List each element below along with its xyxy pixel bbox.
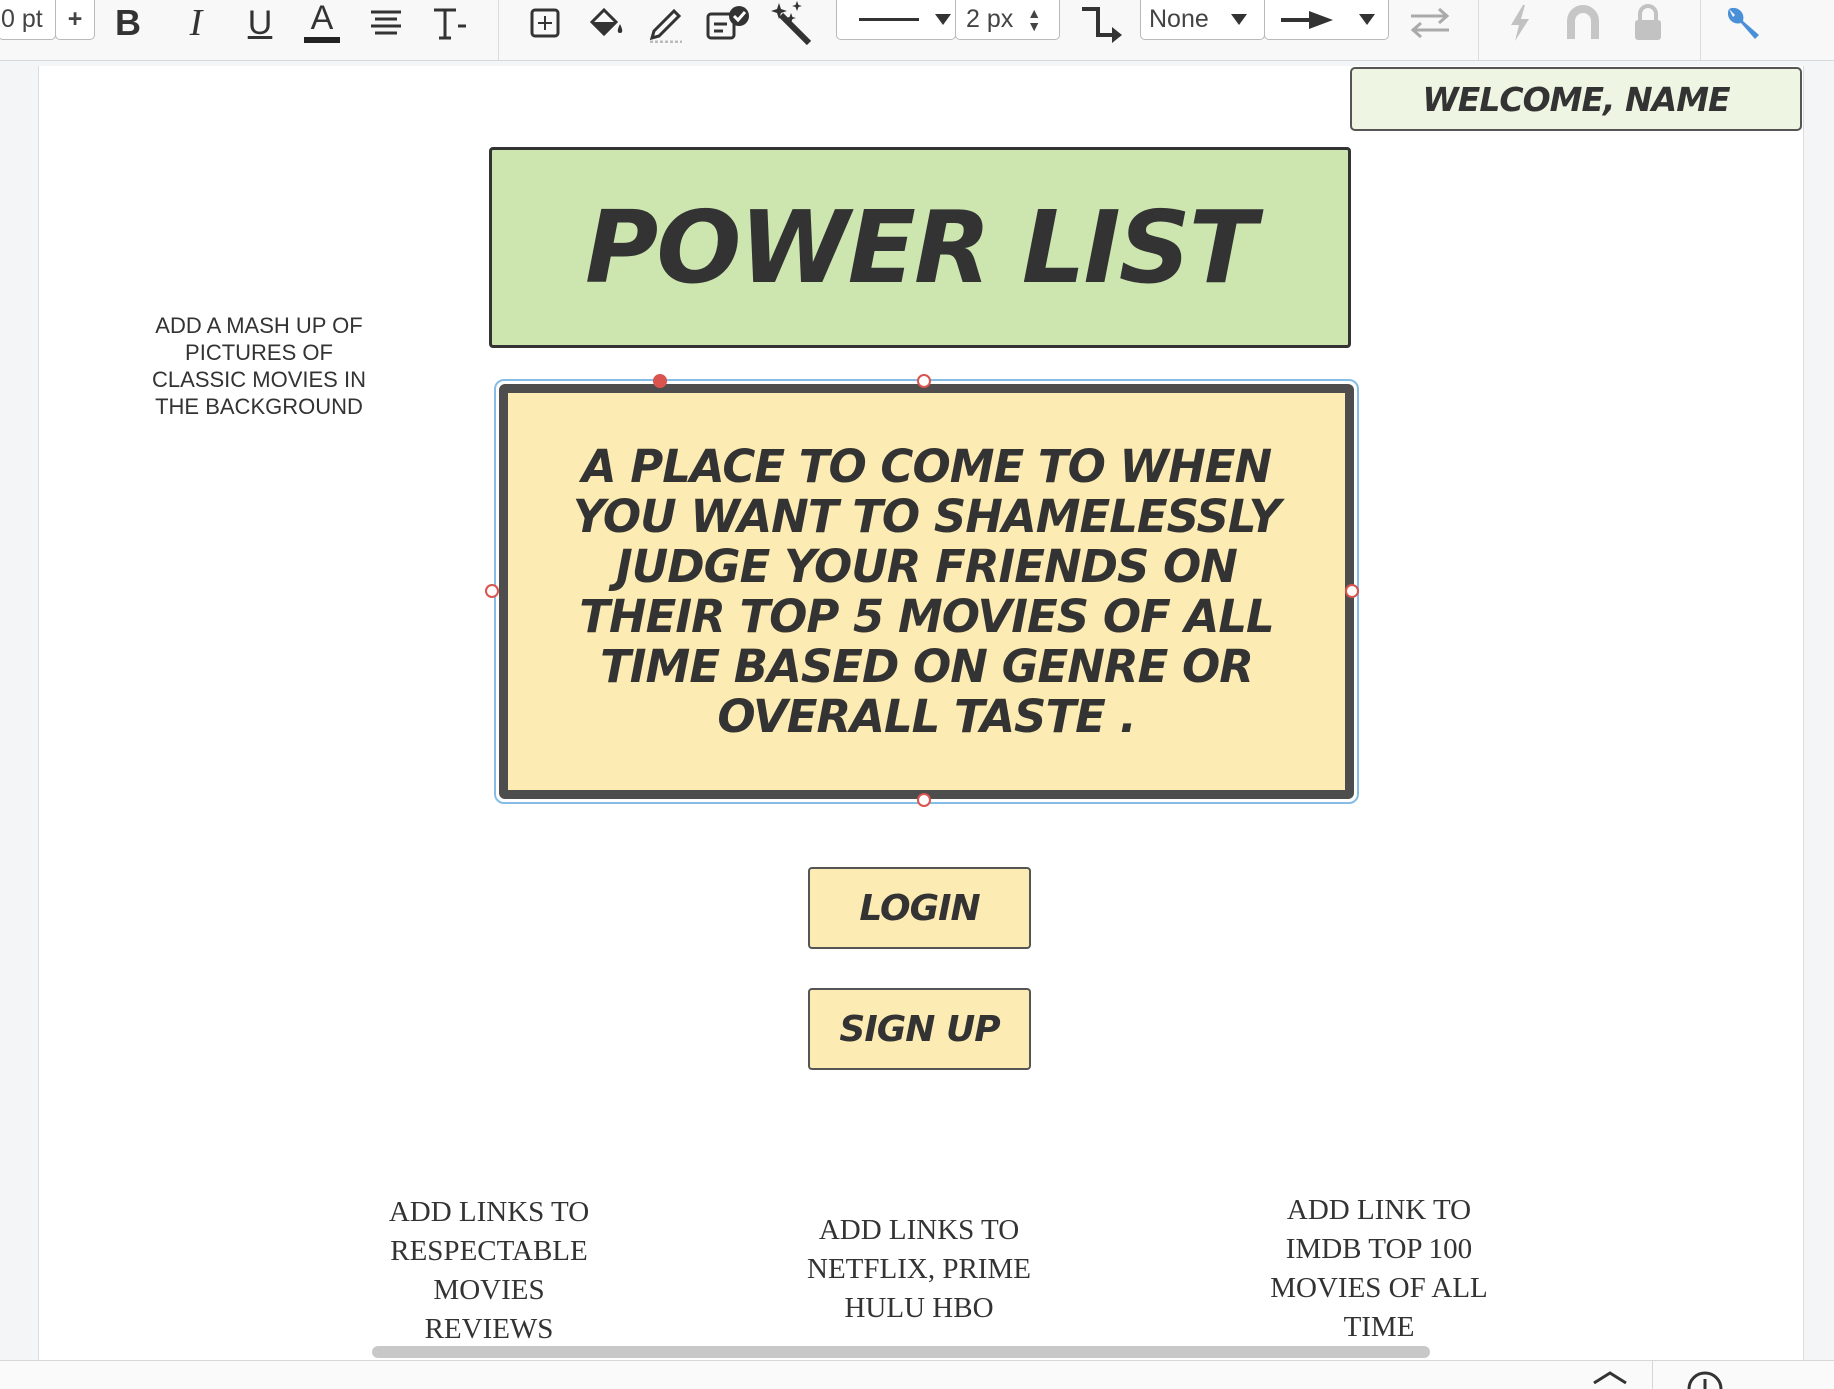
connector-icon[interactable] (1078, 0, 1124, 46)
line-jump-select[interactable]: None (1140, 0, 1265, 40)
lightning-icon[interactable] (1500, 0, 1540, 46)
background-note[interactable]: ADD A MASH UP OF PICTURES OF CLASSIC MOV… (139, 308, 379, 423)
welcome-banner[interactable]: WELCOME, NAME (1350, 67, 1802, 131)
connection-handle-top[interactable] (917, 374, 931, 388)
stepper-icon: ▲ ▼ (1027, 4, 1042, 34)
connection-handle-right[interactable] (1345, 584, 1359, 598)
imdb-note-text: ADD LINK TO IMDB TOP 100 MOVIES OF ALL T… (1270, 1194, 1488, 1343)
chevron-down-icon (935, 14, 951, 25)
arrow-end-icon (1281, 10, 1333, 29)
font-color-icon[interactable]: A (302, 0, 342, 46)
welcome-text: WELCOME, NAME (1422, 79, 1730, 119)
description-text: A PLACE TO COME TO WHEN YOU WANT TO SHAM… (572, 439, 1281, 743)
connection-handle-left[interactable] (485, 584, 499, 598)
font-size-increase-button[interactable]: + (55, 0, 95, 40)
line-style-select[interactable] (836, 0, 956, 40)
lock-icon[interactable] (1628, 0, 1668, 46)
imdb-note[interactable]: ADD LINK TO IMDB TOP 100 MOVIES OF ALL T… (1259, 1191, 1499, 1351)
page-title: POWER LIST (585, 189, 1257, 306)
fill-icon[interactable] (585, 0, 627, 46)
font-size-value: 0 pt (1, 5, 43, 33)
signup-button[interactable]: SIGN UP (808, 988, 1031, 1070)
toolbar-separator (1652, 1361, 1653, 1389)
text-format-icon[interactable] (428, 0, 472, 46)
signup-label: SIGN UP (839, 1008, 1000, 1050)
arrow-end-select[interactable] (1264, 0, 1389, 40)
zoom-icon[interactable] (1685, 1369, 1725, 1389)
line-width-field[interactable]: 2 px ▲ ▼ (955, 0, 1060, 40)
italic-icon[interactable]: I (178, 0, 214, 46)
reviews-note-text: ADD LINKS TO RESPECTABLE MOVIES REVIEWS (388, 1196, 590, 1345)
title-box[interactable]: POWER LIST (489, 147, 1351, 348)
font-size-increase-label: + (67, 5, 83, 33)
align-icon[interactable] (366, 0, 406, 46)
chevron-down-icon (1230, 14, 1247, 25)
swap-icon[interactable] (1405, 0, 1455, 46)
diagram-canvas[interactable]: WELCOME, NAME POWER LIST A PLACE TO COME… (38, 66, 1804, 1360)
login-label: LOGIN (859, 887, 980, 929)
underline-icon[interactable]: U (242, 0, 278, 46)
toolbar-separator (498, 0, 499, 60)
style-check-icon[interactable] (704, 0, 752, 46)
magnet-icon[interactable] (1563, 0, 1603, 46)
background-note-text: ADD A MASH UP OF PICTURES OF CLASSIC MOV… (152, 312, 366, 419)
horizontal-scrollbar[interactable] (372, 1346, 1430, 1358)
toolbar-separator (1700, 0, 1701, 60)
login-button[interactable]: LOGIN (808, 867, 1031, 949)
line-jump-value: None (1149, 5, 1209, 33)
select-frame-icon[interactable] (525, 0, 565, 46)
format-toolbar: 0 pt + B I U A 2 px ▲ ▼ None (0, 0, 1834, 61)
toolbar-separator (1478, 0, 1479, 60)
bottom-status-bar (0, 1360, 1834, 1389)
reviews-note[interactable]: ADD LINKS TO RESPECTABLE MOVIES REVIEWS (369, 1193, 609, 1353)
chevron-down-icon (1359, 14, 1375, 25)
rotate-handle[interactable] (653, 374, 667, 388)
connection-handle-bottom[interactable] (917, 793, 931, 807)
line-width-value: 2 px (966, 5, 1014, 33)
layers-icon[interactable] (1590, 1369, 1630, 1389)
line-color-icon[interactable] (645, 0, 687, 46)
font-size-field[interactable]: 0 pt (0, 0, 56, 40)
wrench-icon[interactable] (1720, 0, 1766, 46)
bold-icon[interactable]: B (110, 0, 146, 46)
magic-wand-icon[interactable] (770, 0, 818, 46)
streaming-note-text: ADD LINKS TO NETFLIX, PRIME HULU HBO (807, 1214, 1031, 1324)
line-style-icon (859, 18, 919, 21)
description-box[interactable]: A PLACE TO COME TO WHEN YOU WANT TO SHAM… (499, 384, 1354, 799)
streaming-note[interactable]: ADD LINKS TO NETFLIX, PRIME HULU HBO (799, 1211, 1039, 1331)
